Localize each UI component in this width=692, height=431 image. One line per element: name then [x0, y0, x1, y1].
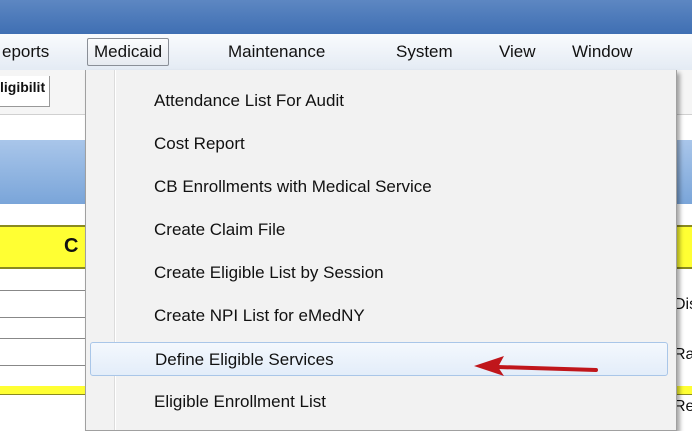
menu-system[interactable]: System	[394, 40, 455, 64]
window-title-bar	[0, 0, 692, 34]
background-input-1[interactable]	[0, 290, 91, 318]
menu-item-create-eligible-list[interactable]: Create Eligible List by Session	[90, 256, 668, 290]
menu-bar: eports Medicaid Maintenance System View …	[0, 34, 692, 71]
menu-item-cb-enrollments[interactable]: CB Enrollments with Medical Service	[90, 170, 668, 204]
menu-reports[interactable]: eports	[0, 40, 51, 64]
menu-gutter	[114, 70, 115, 430]
red-arrow-left-icon	[474, 356, 598, 376]
eligibility-tab[interactable]: ligibilit	[0, 76, 51, 107]
menu-item-create-claim-file[interactable]: Create Claim File	[90, 213, 668, 247]
menu-medicaid[interactable]: Medicaid	[87, 38, 170, 66]
menu-item-attendance-list-for-audit[interactable]: Attendance List For Audit	[90, 84, 668, 118]
menu-item-create-npi-list[interactable]: Create NPI List for eMedNY	[90, 299, 668, 333]
menu-window[interactable]: Window	[570, 40, 634, 64]
arrow-shaft	[496, 365, 598, 372]
menu-item-cost-report[interactable]: Cost Report	[90, 127, 668, 161]
background-input-2[interactable]	[0, 338, 91, 366]
panel-letter: C	[64, 235, 79, 257]
menu-view[interactable]: View	[497, 40, 538, 64]
menu-maintenance[interactable]: Maintenance	[226, 40, 327, 64]
menu-item-eligible-enrollment-list[interactable]: Eligible Enrollment List	[90, 385, 668, 419]
